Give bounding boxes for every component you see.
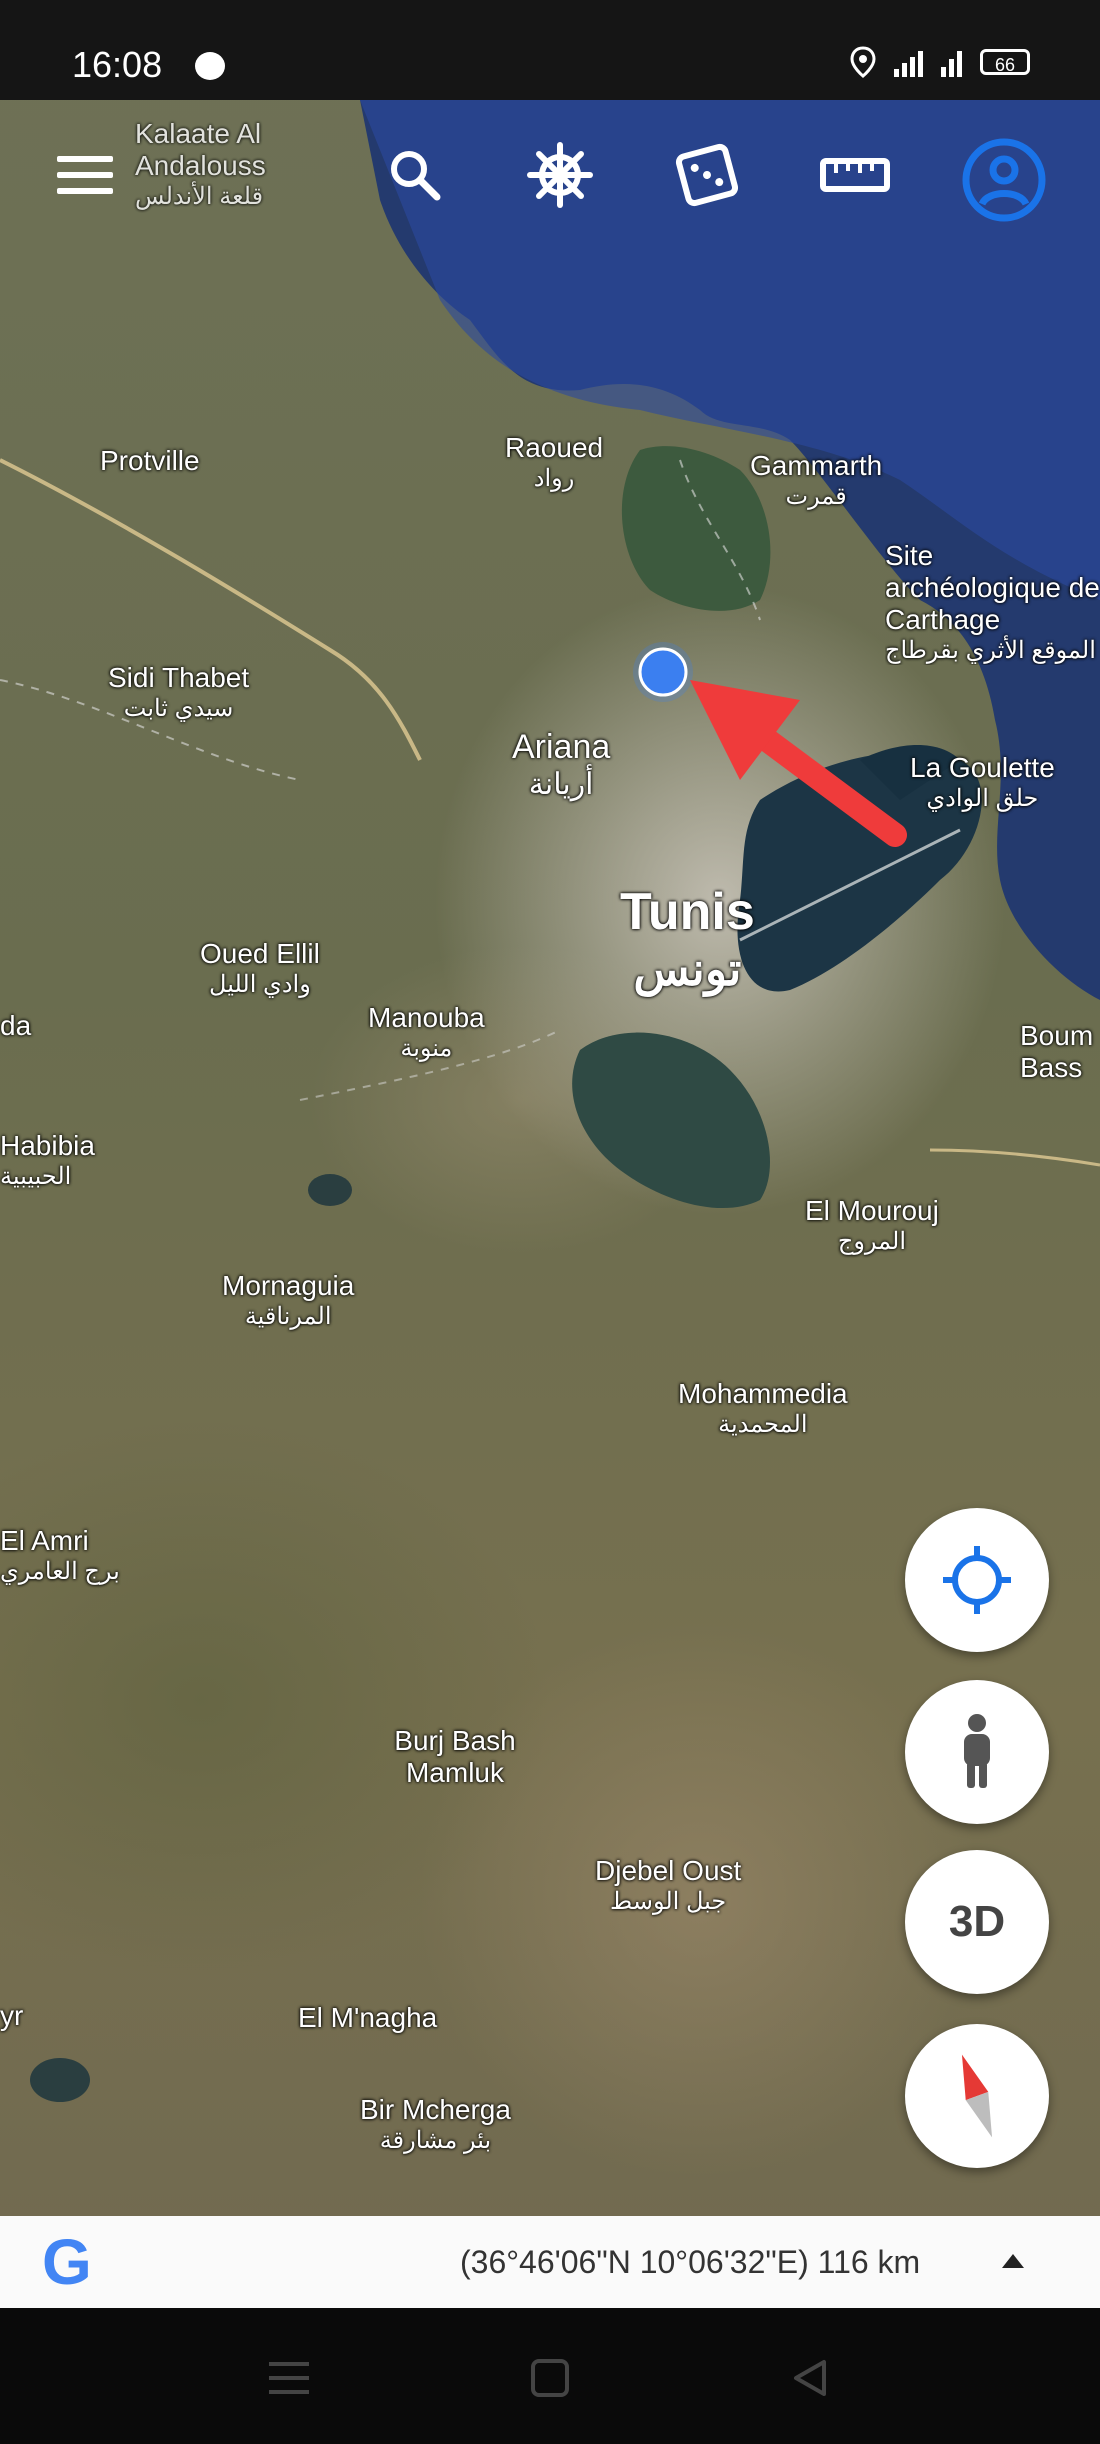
place-el-mourouj: El Mourouj المروج (805, 1195, 939, 1255)
my-location-button[interactable] (905, 1508, 1049, 1652)
place-mohamedia: Mohammedia المحمدية (678, 1378, 848, 1438)
search-icon (391, 151, 441, 201)
place-el-mnagha: El M'nagha (298, 2002, 438, 2033)
crosshair-location-icon (943, 1546, 1011, 1614)
place-yr: yr (0, 2000, 24, 2031)
ruler-icon (820, 158, 890, 192)
menu-icon (57, 156, 113, 194)
place-bir-mcherga: Bir Mcherga بئر مشارقة (360, 2094, 511, 2154)
place-ariana: Ariana أريانة (512, 728, 611, 801)
coordinate-bar: G (36°46'06"N 10°06'32"E) 116 km (0, 2216, 1100, 2308)
location-status-icon (850, 46, 876, 78)
status-bar: 16:08 66 (0, 0, 1100, 100)
pegman-icon (964, 1714, 990, 1788)
place-boum-bass: Boum Bass (1020, 1020, 1094, 1083)
voyager-button[interactable] (525, 140, 595, 210)
place-mornaguia: Mornaguia المرناقية (222, 1270, 355, 1330)
google-logo: G (42, 2226, 92, 2298)
toggle-3d-button[interactable]: 3D (905, 1850, 1049, 1994)
place-protville: Protville (100, 445, 200, 476)
place-manouba: Manouba منوبة (368, 1002, 485, 1062)
status-time: 16:08 (72, 44, 163, 85)
signal-icon (894, 47, 923, 77)
voyager-wheel-icon (527, 142, 593, 208)
coordinates-text: (36°46'06"N 10°06'32"E) 116 km (460, 2244, 921, 2280)
place-tunis: Tunis تونس (620, 883, 755, 995)
street-view-button[interactable] (905, 1680, 1049, 1824)
signal-2-icon (941, 47, 962, 77)
place-sidi-thabet: Sidi Thabet سيدي ثابت (108, 662, 250, 722)
expand-up-icon[interactable] (1000, 2252, 1026, 2270)
place-burj-bash: Burj Bash Mamluk (394, 1725, 516, 1788)
menu-button[interactable] (50, 140, 120, 210)
current-location-dot[interactable] (638, 647, 688, 697)
place-habibia: Habibia الحبيبية (0, 1130, 95, 1190)
place-oued-ellil: Oued Ellil وادي الليل (200, 938, 320, 998)
place-carthage: Site archéologique de Carthage الموقع الأ… (885, 540, 1100, 664)
dice-icon (675, 143, 739, 207)
back-icon[interactable] (790, 2358, 830, 2398)
place-gammarth: Gammarth قمرت (750, 450, 883, 510)
compass-button[interactable] (905, 2024, 1049, 2168)
account-icon (962, 138, 1046, 222)
place-raoued: Raoued رواد (505, 432, 604, 492)
place-kalaat: Kalaate Al Andalouss قلعة الأندلس (135, 118, 266, 210)
home-icon[interactable] (530, 2358, 570, 2398)
search-button[interactable] (380, 140, 450, 210)
place-el-amri: El Amri برج العامري (0, 1525, 120, 1585)
place-la-goulette: La Goulette حلق الوادي (910, 752, 1055, 812)
system-nav-bar (0, 2308, 1100, 2444)
message-notification-icon (195, 52, 225, 80)
3d-label: 3D (948, 1897, 1006, 1946)
battery-icon: 66 (980, 49, 1030, 75)
place-da: da (0, 1010, 32, 1041)
measure-button[interactable] (820, 140, 890, 210)
compass-icon (961, 2054, 993, 2138)
recent-apps-icon[interactable] (267, 2360, 311, 2396)
account-button[interactable] (962, 138, 1046, 222)
feeling-lucky-button[interactable] (672, 140, 742, 210)
place-djebel-oust: Djebel Oust جبل الوسط (595, 1855, 742, 1915)
